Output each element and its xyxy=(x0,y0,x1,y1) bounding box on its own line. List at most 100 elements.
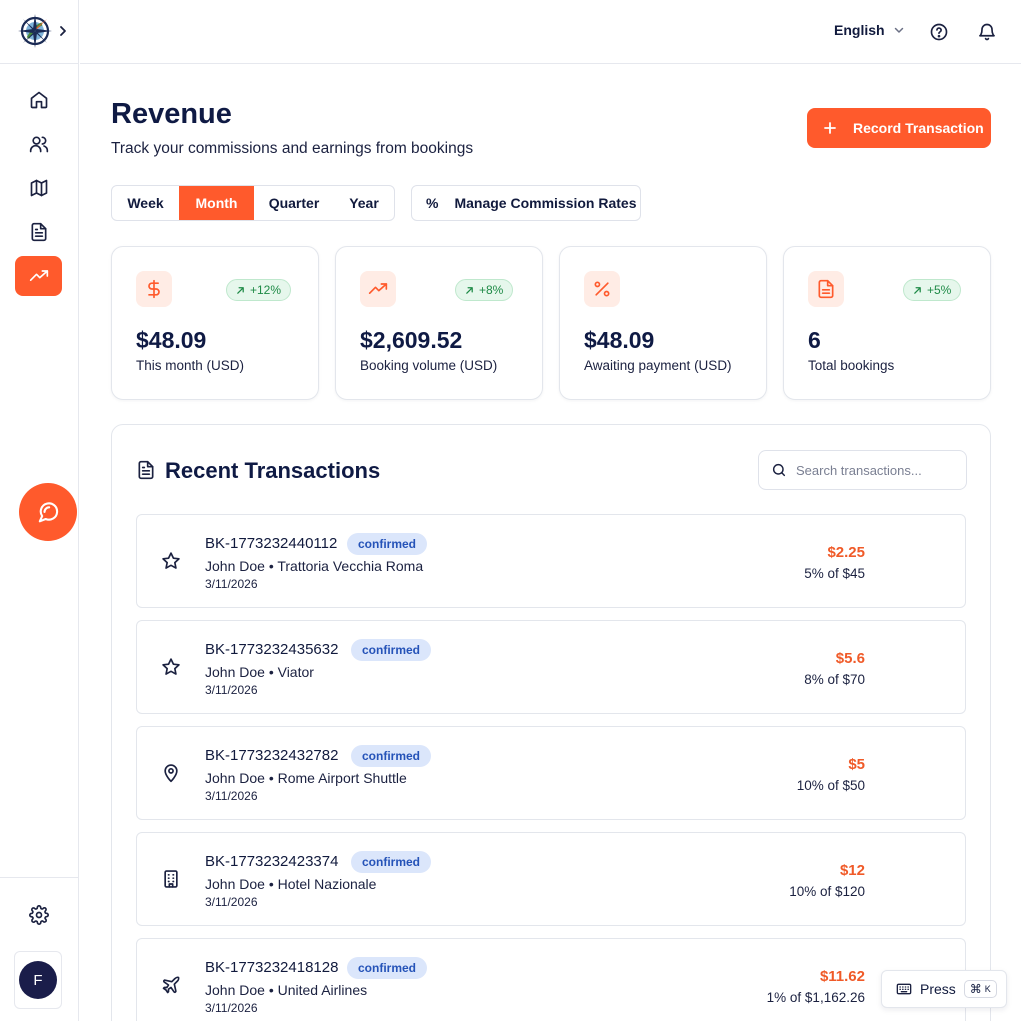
change-value: +8% xyxy=(479,283,504,297)
percent-icon: % xyxy=(426,195,439,211)
press-label: Press xyxy=(920,981,956,997)
stat-label: Total bookings xyxy=(808,358,895,373)
transaction-date: 3/11/2026 xyxy=(205,683,258,697)
star-icon xyxy=(161,551,181,571)
record-transaction-button[interactable]: Record Transaction xyxy=(807,108,991,148)
percent-icon xyxy=(584,271,620,307)
map-icon xyxy=(29,178,49,198)
home-icon xyxy=(29,90,49,110)
commission-amount: $12 xyxy=(839,862,865,879)
transaction-description: John Doe • Rome Airport Shuttle xyxy=(205,770,407,786)
tab-quarter[interactable]: Quarter xyxy=(254,186,334,220)
building-icon xyxy=(161,869,181,889)
keyboard-icon xyxy=(896,982,912,996)
nav-revenue[interactable] xyxy=(15,256,62,296)
logo-area xyxy=(0,0,79,64)
settings-button[interactable] xyxy=(20,902,58,928)
stat-value: $48.09 xyxy=(584,327,655,353)
nav-home[interactable] xyxy=(15,80,62,120)
shortcut-key-letter: K xyxy=(984,984,991,994)
status-badge: confirmed xyxy=(351,745,432,767)
sidebar: F xyxy=(0,0,79,1021)
tab-month[interactable]: Month xyxy=(179,186,254,220)
transaction-row[interactable]: BK-1773232435632 confirmed John Doe • Vi… xyxy=(136,620,966,714)
stat-value: $2,609.52 xyxy=(360,327,463,353)
topbar: English xyxy=(80,0,1021,64)
stat-label: Awaiting payment (USD) xyxy=(584,358,732,373)
transaction-row[interactable]: BK-1773232418128 confirmed John Doe • Un… xyxy=(136,938,966,1021)
stat-label: This month (USD) xyxy=(136,358,245,373)
recent-transactions-panel: Recent Transactions BK-1773232440112 con… xyxy=(111,424,991,1021)
users-icon xyxy=(29,134,49,154)
map-pin-icon xyxy=(161,763,181,783)
nav-clients[interactable] xyxy=(15,124,62,164)
change-badge: +5% xyxy=(903,279,962,301)
stat-label: Booking volume (USD) xyxy=(360,358,498,373)
stat-card-total-bookings: +5% 6 Total bookings xyxy=(783,246,991,400)
change-value: +5% xyxy=(927,283,952,297)
search-input[interactable] xyxy=(796,462,956,478)
document-icon xyxy=(29,222,49,242)
status-badge: confirmed xyxy=(347,957,428,979)
booking-id: BK-1773232440112 xyxy=(205,535,338,552)
record-transaction-label: Record Transaction xyxy=(853,120,984,136)
transaction-date: 3/11/2026 xyxy=(205,789,258,803)
transaction-row[interactable]: BK-1773232440112 confirmed John Doe • Tr… xyxy=(136,514,966,608)
bell-icon[interactable] xyxy=(977,22,997,42)
booking-id: BK-1773232423374 xyxy=(205,853,339,870)
change-value: +12% xyxy=(250,283,282,297)
document-icon xyxy=(808,271,844,307)
commission-amount: $11.62 xyxy=(819,968,865,985)
transaction-description: John Doe • United Airlines xyxy=(205,982,368,998)
gear-icon xyxy=(29,905,49,925)
command-palette-hint[interactable]: Press ⌘ K xyxy=(881,970,1007,1008)
transaction-date: 3/11/2026 xyxy=(205,895,258,909)
help-icon[interactable] xyxy=(929,22,949,42)
transaction-description: John Doe • Viator xyxy=(205,664,314,680)
transaction-date: 3/11/2026 xyxy=(205,1001,258,1015)
transaction-description: John Doe • Trattoria Vecchia Roma xyxy=(205,558,424,574)
arrow-up-right-icon xyxy=(465,286,474,295)
user-menu[interactable]: F xyxy=(14,951,62,1009)
panel-title: Recent Transactions xyxy=(165,458,381,483)
trending-up-icon xyxy=(360,271,396,307)
change-badge: +12% xyxy=(226,279,292,301)
stat-value: 6 xyxy=(808,327,821,353)
transaction-description: John Doe • Hotel Nazionale xyxy=(205,876,377,892)
commission-rate: 8% of $70 xyxy=(804,672,865,687)
stat-card-booking-volume: +8% $2,609.52 Booking volume (USD) xyxy=(335,246,543,400)
transaction-row[interactable]: BK-1773232423374 confirmed John Doe • Ho… xyxy=(136,832,966,926)
arrow-up-right-icon xyxy=(913,286,922,295)
commission-rate: 1% of $1,162.26 xyxy=(766,990,865,1005)
tab-week[interactable]: Week xyxy=(112,186,179,220)
arrow-up-right-icon xyxy=(236,286,245,295)
search-icon xyxy=(771,462,787,478)
shortcut-key: ⌘ K xyxy=(963,980,997,998)
commission-amount: $5 xyxy=(848,756,865,773)
stat-value: $48.09 xyxy=(136,327,207,353)
document-icon xyxy=(136,459,156,481)
sidebar-footer: F xyxy=(0,877,79,1021)
tab-year[interactable]: Year xyxy=(334,186,394,220)
star-icon xyxy=(161,657,181,677)
plane-icon xyxy=(161,975,181,995)
manage-commission-rates-button[interactable]: % Manage Commission Rates xyxy=(411,185,641,221)
page-subtitle: Track your commissions and earnings from… xyxy=(111,140,474,157)
compass-logo-icon[interactable] xyxy=(16,12,54,50)
page-title: Revenue xyxy=(111,98,232,130)
language-selector[interactable]: English xyxy=(834,22,905,38)
commission-amount: $2.25 xyxy=(827,544,865,561)
nav-trips-map[interactable] xyxy=(15,168,62,208)
booking-id: BK-1773232432782 xyxy=(205,747,339,764)
chat-assistant-button[interactable] xyxy=(19,483,77,541)
booking-id: BK-1773232435632 xyxy=(205,641,339,658)
nav-documents[interactable] xyxy=(15,212,62,252)
avatar: F xyxy=(19,961,57,999)
trending-up-icon xyxy=(29,266,49,286)
transaction-row[interactable]: BK-1773232432782 confirmed John Doe • Ro… xyxy=(136,726,966,820)
manage-commission-rates-label: Manage Commission Rates xyxy=(454,195,637,211)
expand-chevron-icon[interactable] xyxy=(57,24,69,38)
commission-rate: 10% of $50 xyxy=(796,778,865,793)
status-badge: confirmed xyxy=(351,639,432,661)
status-badge: confirmed xyxy=(351,851,432,873)
